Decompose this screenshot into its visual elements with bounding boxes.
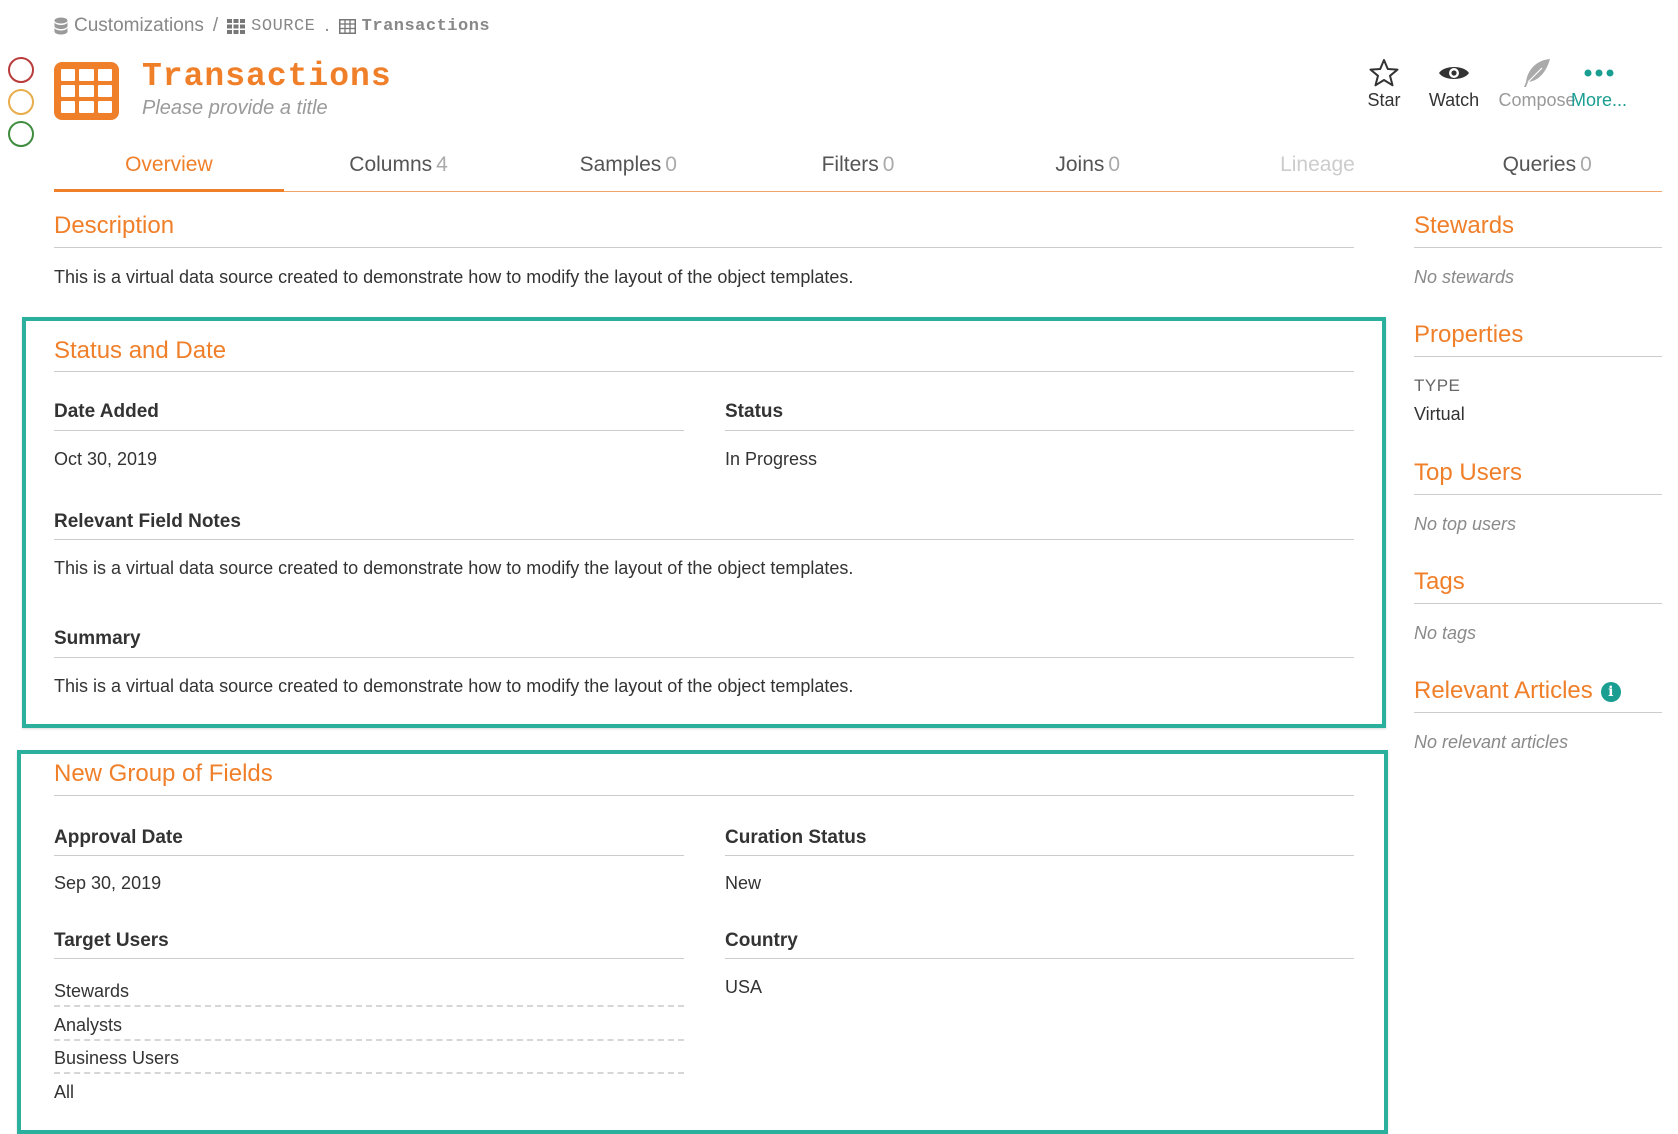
divider bbox=[54, 657, 1354, 658]
info-icon[interactable]: i bbox=[1600, 682, 1621, 702]
compose-label: Compose bbox=[1498, 90, 1576, 110]
breadcrumb-transactions[interactable]: Transactions bbox=[338, 17, 490, 36]
eye-icon bbox=[1439, 67, 1469, 79]
tab-bar: Overview Columns 4 Samples 0 Filters 0 Join… bbox=[54, 150, 1662, 192]
country-label: Country bbox=[725, 930, 798, 951]
tab-filters[interactable]: Filters 0 bbox=[743, 150, 973, 191]
approval-date-label: Approval Date bbox=[54, 827, 183, 848]
stewards-title: Stewards bbox=[1414, 212, 1515, 239]
description-text[interactable]: This is a virtual data source created to… bbox=[54, 267, 853, 288]
properties-title: Properties bbox=[1414, 321, 1524, 348]
breadcrumb-customizations[interactable]: Customizations bbox=[54, 15, 204, 37]
breadcrumb-source[interactable]: SOURCE bbox=[227, 17, 315, 36]
window-minimize-circle[interactable] bbox=[8, 89, 34, 115]
window-close-circle[interactable] bbox=[8, 57, 34, 83]
target-users-list: Stewards Analysts Business Users All bbox=[54, 975, 684, 1115]
list-item[interactable]: Stewards bbox=[54, 975, 684, 1007]
grid-icon bbox=[227, 18, 246, 34]
divider bbox=[1414, 494, 1662, 495]
compose-button[interactable]: Compose bbox=[1496, 56, 1578, 111]
watch-label: Watch bbox=[1428, 90, 1480, 110]
divider bbox=[725, 855, 1354, 856]
dots-icon bbox=[1584, 69, 1614, 77]
divider bbox=[54, 371, 1354, 372]
star-label: Star bbox=[1367, 90, 1401, 110]
tab-lineage: Lineage bbox=[1280, 153, 1355, 176]
divider bbox=[54, 855, 684, 856]
divider bbox=[54, 958, 684, 959]
divider bbox=[54, 247, 1354, 248]
database-icon bbox=[54, 17, 68, 35]
title-placeholder[interactable]: Please provide a title bbox=[142, 97, 328, 120]
date-added-value[interactable]: Oct 30, 2019 bbox=[54, 449, 157, 470]
divider bbox=[725, 958, 1354, 959]
list-item[interactable]: Analysts bbox=[54, 1009, 684, 1041]
type-label: TYPE bbox=[1414, 376, 1461, 395]
field-notes-value[interactable]: This is a virtual data source created to… bbox=[54, 558, 853, 579]
type-value: Virtual bbox=[1414, 404, 1465, 424]
tab-joins[interactable]: Joins 0 bbox=[973, 150, 1203, 191]
status-label: Status bbox=[725, 401, 784, 422]
tab-overview[interactable]: Overview bbox=[54, 150, 284, 192]
breadcrumb-separator: / bbox=[212, 15, 219, 36]
top-users-title: Top Users bbox=[1414, 459, 1523, 486]
new-group-title: New Group of Fields bbox=[54, 760, 273, 787]
tab-columns[interactable]: Columns 4 bbox=[284, 150, 514, 191]
date-added-label: Date Added bbox=[54, 401, 159, 422]
tab-queries[interactable]: Queries 0 bbox=[1432, 150, 1662, 191]
status-value[interactable]: In Progress bbox=[725, 449, 817, 470]
breadcrumb-separator: . bbox=[324, 15, 330, 36]
list-item[interactable]: Business Users bbox=[54, 1042, 684, 1074]
breadcrumb: Customizations / SOURCE . Transactions bbox=[54, 14, 490, 38]
divider bbox=[725, 430, 1354, 431]
status-date-title: Status and Date bbox=[54, 337, 227, 364]
table-icon bbox=[54, 62, 119, 120]
star-button[interactable]: Star bbox=[1356, 56, 1412, 111]
curation-status-label: Curation Status bbox=[725, 827, 867, 848]
page-title[interactable]: Transactions bbox=[142, 58, 392, 95]
divider bbox=[54, 539, 1354, 540]
more-button[interactable]: More... bbox=[1568, 56, 1630, 111]
list-item[interactable]: All bbox=[54, 1076, 684, 1108]
tab-samples[interactable]: Samples 0 bbox=[513, 150, 743, 191]
divider bbox=[1414, 712, 1662, 713]
table-icon bbox=[338, 18, 356, 34]
divider bbox=[1414, 603, 1662, 604]
divider bbox=[1414, 356, 1662, 357]
approval-date-value[interactable]: Sep 30, 2019 bbox=[54, 873, 161, 894]
articles-empty: No relevant articles bbox=[1414, 732, 1569, 752]
tags-empty: No tags bbox=[1414, 623, 1477, 643]
summary-label: Summary bbox=[54, 628, 141, 649]
divider bbox=[54, 795, 1354, 796]
watch-button[interactable]: Watch bbox=[1420, 56, 1488, 111]
top-users-empty: No top users bbox=[1414, 514, 1517, 534]
star-icon bbox=[1369, 59, 1399, 87]
feather-icon bbox=[1524, 59, 1550, 87]
target-users-label: Target Users bbox=[54, 930, 169, 951]
divider bbox=[54, 430, 684, 431]
description-title: Description bbox=[54, 212, 175, 239]
articles-title: Relevant Articles i bbox=[1414, 677, 1621, 705]
curation-status-value[interactable]: New bbox=[725, 873, 761, 894]
window-maximize-circle[interactable] bbox=[8, 121, 34, 147]
divider bbox=[1414, 247, 1662, 248]
tags-title: Tags bbox=[1414, 568, 1465, 595]
more-label: More... bbox=[1570, 90, 1627, 110]
country-value[interactable]: USA bbox=[725, 977, 762, 998]
summary-value[interactable]: This is a virtual data source created to… bbox=[54, 676, 853, 697]
stewards-empty: No stewards bbox=[1414, 267, 1515, 287]
field-notes-label: Relevant Field Notes bbox=[54, 511, 241, 532]
